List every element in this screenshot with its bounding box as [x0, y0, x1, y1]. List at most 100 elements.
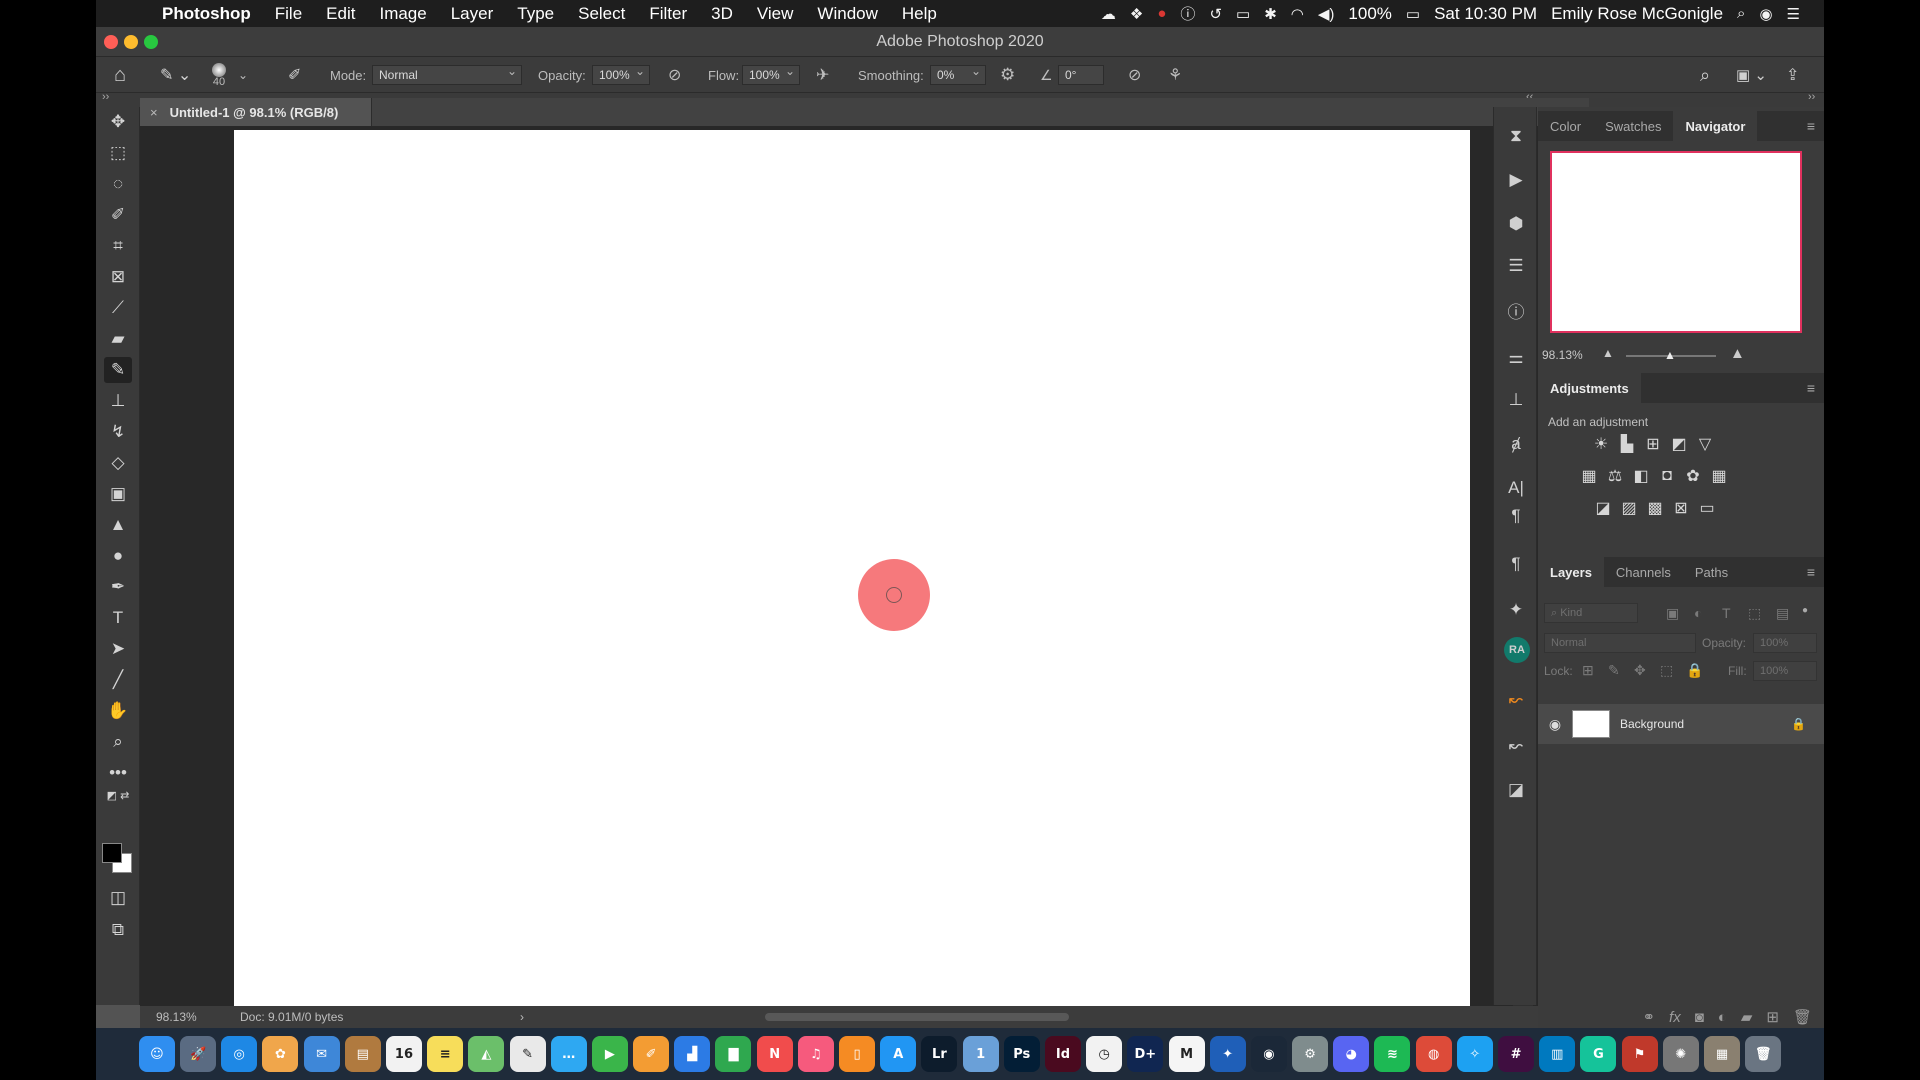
dock-app-1password[interactable]: 1	[962, 1036, 999, 1072]
foreground-color-swatch[interactable]	[102, 843, 122, 863]
brush-settings-icon[interactable]: ✐	[288, 57, 301, 93]
layer-lock-icon[interactable]: 🔒	[1791, 717, 1806, 731]
hue-saturation-icon[interactable]: ▦	[1578, 465, 1600, 487]
menu-select[interactable]: Select	[566, 4, 637, 24]
dock-app-notefile[interactable]: ▤	[344, 1036, 381, 1072]
dock-app-indesign[interactable]: Id	[1044, 1036, 1081, 1072]
quick-selection-tool-icon[interactable]: ✐	[104, 202, 132, 228]
dock-app-messages[interactable]: …	[550, 1036, 587, 1072]
brush-size-picker[interactable]: 40	[212, 57, 226, 93]
menu-filter[interactable]: Filter	[637, 4, 699, 24]
photo-filter-icon[interactable]: ◘	[1656, 465, 1678, 487]
dock-app-discord[interactable]: ◕	[1333, 1036, 1370, 1072]
brightness-contrast-icon[interactable]: ☀	[1590, 433, 1612, 455]
layer-name[interactable]: Background	[1620, 717, 1684, 731]
dock-app-system-preferences[interactable]: ⚙	[1292, 1036, 1329, 1072]
black-white-icon[interactable]: ◧	[1630, 465, 1652, 487]
flow-field[interactable]: 100%	[742, 64, 800, 85]
airplay-icon[interactable]: ▭	[1236, 5, 1250, 23]
dock-app-photoshop[interactable]: Ps	[1003, 1036, 1040, 1072]
dock-app-slack[interactable]: #	[1498, 1036, 1535, 1072]
search-icon[interactable]: ⌕	[1700, 57, 1710, 93]
blur-tool-icon[interactable]: ▲	[104, 512, 132, 538]
close-tab-icon[interactable]: ×	[150, 105, 158, 120]
bluetooth-icon[interactable]: ✱	[1264, 5, 1277, 23]
notification-center-icon[interactable]: ☰	[1787, 5, 1800, 23]
dock-app-lightroom[interactable]: Lr	[921, 1036, 958, 1072]
menu-image[interactable]: Image	[367, 4, 438, 24]
horizontal-scroll-thumb[interactable]	[765, 1013, 1069, 1021]
dock-app-disney-[interactable]: D+	[1127, 1036, 1164, 1072]
volume-icon[interactable]: ◀)	[1318, 5, 1335, 23]
dock-app-calendar[interactable]: 16	[385, 1036, 422, 1072]
dock-app-books[interactable]: ▯	[839, 1036, 876, 1072]
layer-filter-kind[interactable]: ⌕ Kind	[1544, 603, 1638, 623]
zoom-slider-handle[interactable]: ▲	[1664, 348, 1676, 362]
character-panel-icon[interactable]: A|	[1502, 475, 1530, 501]
filter-shape-icon[interactable]: ⬚	[1748, 605, 1761, 622]
layer-opacity-field[interactable]: 100%	[1753, 633, 1817, 653]
actions-play-icon[interactable]: ▶	[1502, 167, 1530, 193]
dock-app-pages[interactable]: ✐	[633, 1036, 670, 1072]
menu-3d[interactable]: 3D	[699, 4, 745, 24]
siri-icon[interactable]: ◉	[1759, 5, 1772, 23]
layers-menu-icon[interactable]: ≡	[1798, 557, 1824, 587]
angle-field[interactable]: 0°	[1058, 65, 1104, 85]
toolbar-collapse-icon[interactable]: ››	[102, 91, 109, 103]
hand-tool-icon[interactable]: ✋	[104, 698, 132, 724]
type-tool-icon[interactable]: T	[104, 605, 132, 631]
dock-app-flag[interactable]: ⚑	[1621, 1036, 1658, 1072]
close-window-button[interactable]	[104, 35, 118, 49]
mode-select[interactable]: Normal	[372, 64, 522, 85]
threshold-icon[interactable]: ▩	[1644, 497, 1666, 519]
dock-app-medium[interactable]: M	[1168, 1036, 1205, 1072]
clone-stamp-tool-icon[interactable]: ⊥	[104, 388, 132, 414]
new-layer-icon[interactable]: ⊞	[1766, 1008, 1779, 1026]
layer-blend-mode[interactable]: Normal	[1544, 633, 1696, 653]
line-tool-icon[interactable]: ╱	[104, 667, 132, 693]
document-tab[interactable]: × Untitled-1 @ 98.1% (RGB/8)	[140, 98, 372, 126]
menu-layer[interactable]: Layer	[439, 4, 506, 24]
paragraph-panel-icon[interactable]: ¶	[1502, 503, 1530, 529]
tab-paths[interactable]: Paths	[1683, 557, 1740, 587]
lock-transparent-icon[interactable]: ⊞	[1582, 662, 1594, 679]
color-lookup-icon[interactable]: ▦	[1708, 465, 1730, 487]
share-icon[interactable]: ⇪	[1786, 57, 1799, 93]
dock-app-steam[interactable]: ◉	[1250, 1036, 1287, 1072]
dock-app-textedit[interactable]: ✎	[509, 1036, 546, 1072]
healing-brush-tool-icon[interactable]: ▰	[104, 326, 132, 352]
creative-cloud-icon[interactable]: ☁	[1101, 5, 1116, 23]
document-canvas[interactable]	[234, 130, 1470, 1006]
smoothing-field[interactable]: 0%	[930, 64, 986, 85]
dodge-tool-icon[interactable]: ●	[104, 543, 132, 569]
filter-type-icon[interactable]: T	[1722, 605, 1731, 621]
time-machine-icon[interactable]: ↺	[1209, 5, 1222, 23]
move-tool-icon[interactable]: ✥	[104, 109, 132, 135]
brush-tool-icon[interactable]: ✎	[104, 357, 132, 383]
dock-app-music[interactable]: ♫	[797, 1036, 834, 1072]
canvas-area[interactable]	[140, 126, 1589, 1006]
tab-adjustments[interactable]: Adjustments	[1538, 373, 1641, 403]
dock-app-chrome[interactable]: ◍	[1415, 1036, 1452, 1072]
eraser-tool-icon[interactable]: ◇	[104, 450, 132, 476]
dock-app-gyroflow[interactable]: ✺	[1662, 1036, 1699, 1072]
layer-fill-field[interactable]: 100%	[1753, 661, 1817, 681]
link-layers-icon[interactable]: ⚭	[1642, 1008, 1655, 1026]
dock-app-finder[interactable]: ☺	[138, 1036, 175, 1072]
clone-source-panel-icon[interactable]: ⊥	[1502, 387, 1530, 413]
lasso-tool-icon[interactable]: ◌	[104, 171, 132, 197]
pressure-opacity-icon[interactable]: ⊘	[668, 57, 681, 93]
dock-app-trash[interactable]: 🗑	[1745, 1036, 1782, 1072]
zoom-out-icon[interactable]: ▲	[1602, 346, 1614, 360]
dock-app-photos[interactable]: ✿	[262, 1036, 299, 1072]
invert-icon[interactable]: ◪	[1592, 497, 1614, 519]
pressure-size-icon[interactable]: ⊘	[1128, 57, 1141, 93]
info-panel-icon[interactable]: ⓘ	[1502, 297, 1530, 323]
menu-view[interactable]: View	[745, 4, 806, 24]
menu-edit[interactable]: Edit	[314, 4, 367, 24]
tab-channels[interactable]: Channels	[1604, 557, 1683, 587]
posterize-icon[interactable]: ▨	[1618, 497, 1640, 519]
3d-panel-icon[interactable]: ⬢	[1502, 211, 1530, 237]
battery-percent[interactable]: 100%	[1348, 4, 1391, 24]
minimize-window-button[interactable]	[124, 35, 138, 49]
